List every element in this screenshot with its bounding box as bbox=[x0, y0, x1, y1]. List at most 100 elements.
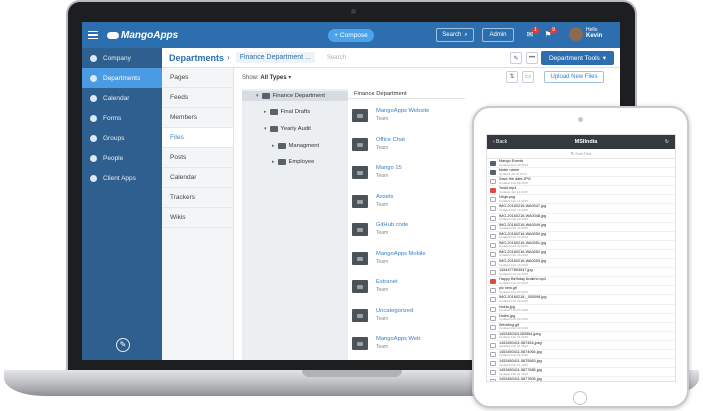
department-tools-button[interactable]: Department Tools ▾ bbox=[541, 51, 614, 65]
file-name[interactable]: Office Chat bbox=[376, 137, 405, 143]
file-owner: Team bbox=[376, 116, 389, 122]
tablet-file-row[interactable]: Save the date.JPG Updated Feb 08 2015 bbox=[487, 177, 675, 187]
tablet-file-row[interactable]: 1454477853947.jpg Updated Feb 03 2016 bbox=[487, 268, 675, 278]
compose-button[interactable]: + Compose bbox=[328, 29, 374, 42]
tablet-file-row[interactable]: IMG-20160216-WA0051.jpg Updated Feb 19 20… bbox=[487, 241, 675, 250]
more-button[interactable]: ••• bbox=[526, 52, 538, 64]
file-row[interactable]: MangoApps Web Team bbox=[348, 331, 465, 358]
tablet-file-date: Updated Feb 03 2016 bbox=[499, 326, 529, 331]
pencil-icon[interactable]: ✎ bbox=[116, 338, 130, 352]
tablet-file-row[interactable]: 1453450411263564.jpeg Updated Feb 01 2016 bbox=[487, 332, 675, 341]
avatar[interactable] bbox=[569, 27, 583, 41]
sort-icon[interactable]: ⇅ bbox=[506, 71, 518, 83]
breadcrumb-departments[interactable]: Departments bbox=[169, 53, 224, 63]
sidebar-item-people[interactable]: People bbox=[82, 148, 162, 168]
file-name[interactable]: MangoApps Web bbox=[376, 336, 420, 342]
header-search-input[interactable]: Search bbox=[327, 55, 346, 61]
upload-new-files-button[interactable]: Upload New Files bbox=[544, 71, 604, 83]
app-logo[interactable]: MangoApps bbox=[107, 30, 178, 41]
file-row[interactable]: Uncategorized Team bbox=[348, 303, 465, 330]
pin-icon[interactable]: ✎ bbox=[510, 52, 522, 64]
subnav-item-wikis[interactable]: Wikis bbox=[162, 208, 233, 228]
new-folder-icon[interactable]: ▭ bbox=[522, 71, 534, 83]
menu-icon[interactable] bbox=[88, 29, 98, 42]
tablet-file-row[interactable]: Ninja.png Updated Feb 11 2015 bbox=[487, 195, 675, 205]
user-greeting[interactable]: Hello Kevin bbox=[586, 27, 602, 39]
subnav-item-calendar[interactable]: Calendar bbox=[162, 168, 233, 188]
breadcrumb-current-department[interactable]: Finance Department ... bbox=[235, 52, 315, 63]
file-name[interactable]: MangoApps Mobile bbox=[376, 251, 426, 257]
file-name[interactable]: Mango 15 bbox=[376, 165, 402, 171]
tree-item-yearly-audit[interactable]: ▾ Yearly Audit bbox=[264, 126, 311, 132]
sidebar-item-groups[interactable]: Groups bbox=[82, 128, 162, 148]
tablet-file-row[interactable]: 1453450411.587464.jpeg Updated Feb 01 201… bbox=[487, 341, 675, 350]
tablet-file-row[interactable]: IMG-20160216-WA0053.jpg Updated Feb 19 20… bbox=[487, 259, 675, 269]
image-file-icon bbox=[490, 197, 496, 203]
tablet-file-row[interactable]: Happy Birthday Anakhi.mp4 Updated Feb 03 … bbox=[487, 277, 675, 287]
tablet-file-row[interactable]: Notes.jpg Updated Feb 03 2016 bbox=[487, 314, 675, 323]
file-name[interactable]: Extranet bbox=[376, 279, 398, 285]
admin-button[interactable]: Admin bbox=[482, 28, 514, 42]
tablet-file-date: Updated Feb 03 2016 bbox=[499, 308, 529, 312]
tablet-file-row[interactable]: 1453450411.5877805.jpgUpdated Feb 01 201… bbox=[487, 377, 675, 381]
sidebar-item-client-apps[interactable]: Client Apps bbox=[82, 168, 162, 188]
tablet-file-row[interactable]: Nokia.jpg Updated Feb 03 2016 bbox=[487, 305, 675, 314]
file-row[interactable]: MangoApps Mobile Team bbox=[348, 246, 465, 273]
file-owner: Team bbox=[376, 173, 389, 179]
tablet-file-row[interactable]: IMG-20160216-WA0049.jpg Updated Feb 19 20… bbox=[487, 223, 675, 232]
folder-icon bbox=[261, 93, 270, 99]
tablet-file-row[interactable]: IMG-20160216-WA0048.jpg Updated Feb 19 20… bbox=[487, 214, 675, 223]
subnav-item-pages[interactable]: Pages bbox=[162, 68, 233, 88]
file-list-header: Finance Department bbox=[348, 89, 465, 99]
forms-icon bbox=[90, 114, 97, 122]
sidebar-item-label: Forms bbox=[103, 114, 122, 122]
tablet-file-row[interactable]: folder name Updated Jul 02 2014 bbox=[487, 168, 675, 178]
file-row[interactable]: Extranet Team bbox=[348, 274, 465, 301]
tree-item-finance-department[interactable]: ▾ Finance Department bbox=[256, 93, 325, 99]
tree-item-managment[interactable]: ▸ Managment bbox=[272, 143, 319, 149]
tablet-file-date: Updated Feb 19 2016 bbox=[499, 253, 529, 258]
sort-first-control[interactable]: ⇅ Sort First bbox=[487, 149, 675, 159]
team-folder-icon bbox=[352, 280, 368, 293]
file-row[interactable]: Assets Team bbox=[348, 189, 465, 216]
file-name[interactable]: Assets bbox=[376, 194, 393, 200]
file-name[interactable]: MangoApps Website bbox=[376, 108, 429, 114]
sidebar-item-company[interactable]: Company bbox=[82, 48, 162, 68]
sidebar-item-calendar[interactable]: Calendar bbox=[82, 88, 162, 108]
tablet-file-row[interactable]: IMG-20160216-WA0052.jpg Updated Feb 19 20… bbox=[487, 250, 675, 260]
subnav-item-feeds[interactable]: Feeds bbox=[162, 88, 233, 108]
tablet-file-row[interactable]: Mango Events Updated Dec 20 2014 bbox=[487, 159, 675, 169]
tablet-file-row[interactable]: Yoski.mp4 Updated Jan 12 2015 bbox=[487, 186, 675, 196]
file-name[interactable]: GitHub code bbox=[376, 222, 408, 228]
type-filter[interactable]: Show: All Types ▾ bbox=[242, 74, 291, 81]
search-button[interactable]: Search ⌕ bbox=[436, 28, 474, 42]
subnav-item-trackers[interactable]: Trackers bbox=[162, 188, 233, 208]
tree-item-final-drafts[interactable]: ▸ Final Drafts bbox=[264, 109, 310, 115]
folder-icon bbox=[277, 159, 286, 165]
tablet-file-row[interactable]: 1453450411.5877685.jpg Updated Feb 01 201… bbox=[487, 368, 675, 378]
tablet-file-row[interactable]: 1453450411.5875563.jpg Updated Feb 01 201… bbox=[487, 359, 675, 369]
subnav-item-members[interactable]: Members bbox=[162, 108, 233, 128]
tablet-file-row[interactable]: IMG-20160218-_000098.jpg Updated Feb 18 2… bbox=[487, 295, 675, 305]
tablet-file-row[interactable]: IMG-20160216-WA0050.jpg Updated Feb 19 20… bbox=[487, 232, 675, 241]
file-row[interactable]: GitHub code Team bbox=[348, 217, 465, 244]
file-name[interactable]: Uncategorized bbox=[376, 308, 413, 314]
subnav-item-files[interactable]: Files bbox=[162, 128, 233, 148]
sidebar-item-forms[interactable]: Forms bbox=[82, 108, 162, 128]
tablet-file-date: Updated Feb 01 2016 bbox=[499, 362, 529, 367]
tree-item-label: Yearly Audit bbox=[280, 126, 311, 132]
chat-icon[interactable]: ✉ 1 bbox=[525, 27, 539, 39]
tablet-file-row[interactable]: 1453450411.5874064.jpg Updated Feb 01 201… bbox=[487, 350, 675, 360]
tablet-file-row[interactable]: Wedding.gif Updated Feb 03 2016 bbox=[487, 323, 675, 332]
file-row[interactable]: MangoApps Website Team bbox=[348, 103, 465, 130]
tablet-file-row[interactable]: pic new.gif Updated Feb 03 2016 bbox=[487, 286, 675, 296]
subnav-item-posts[interactable]: Posts bbox=[162, 148, 233, 168]
back-button[interactable]: ‹ Back bbox=[493, 139, 507, 145]
tablet-file-row[interactable]: IMG-20160216-WA0047.jpg Updated Feb 19 20… bbox=[487, 204, 675, 214]
refresh-icon[interactable]: ↻ bbox=[665, 139, 669, 145]
notification-icon[interactable]: ⚑ 9 bbox=[543, 27, 557, 39]
file-row[interactable]: Mango 15 Team bbox=[348, 160, 465, 187]
sidebar-item-departments[interactable]: Departments bbox=[82, 68, 162, 88]
tree-item-employee[interactable]: ▸ Employee bbox=[272, 159, 314, 165]
file-row[interactable]: Office Chat Team bbox=[348, 132, 465, 159]
